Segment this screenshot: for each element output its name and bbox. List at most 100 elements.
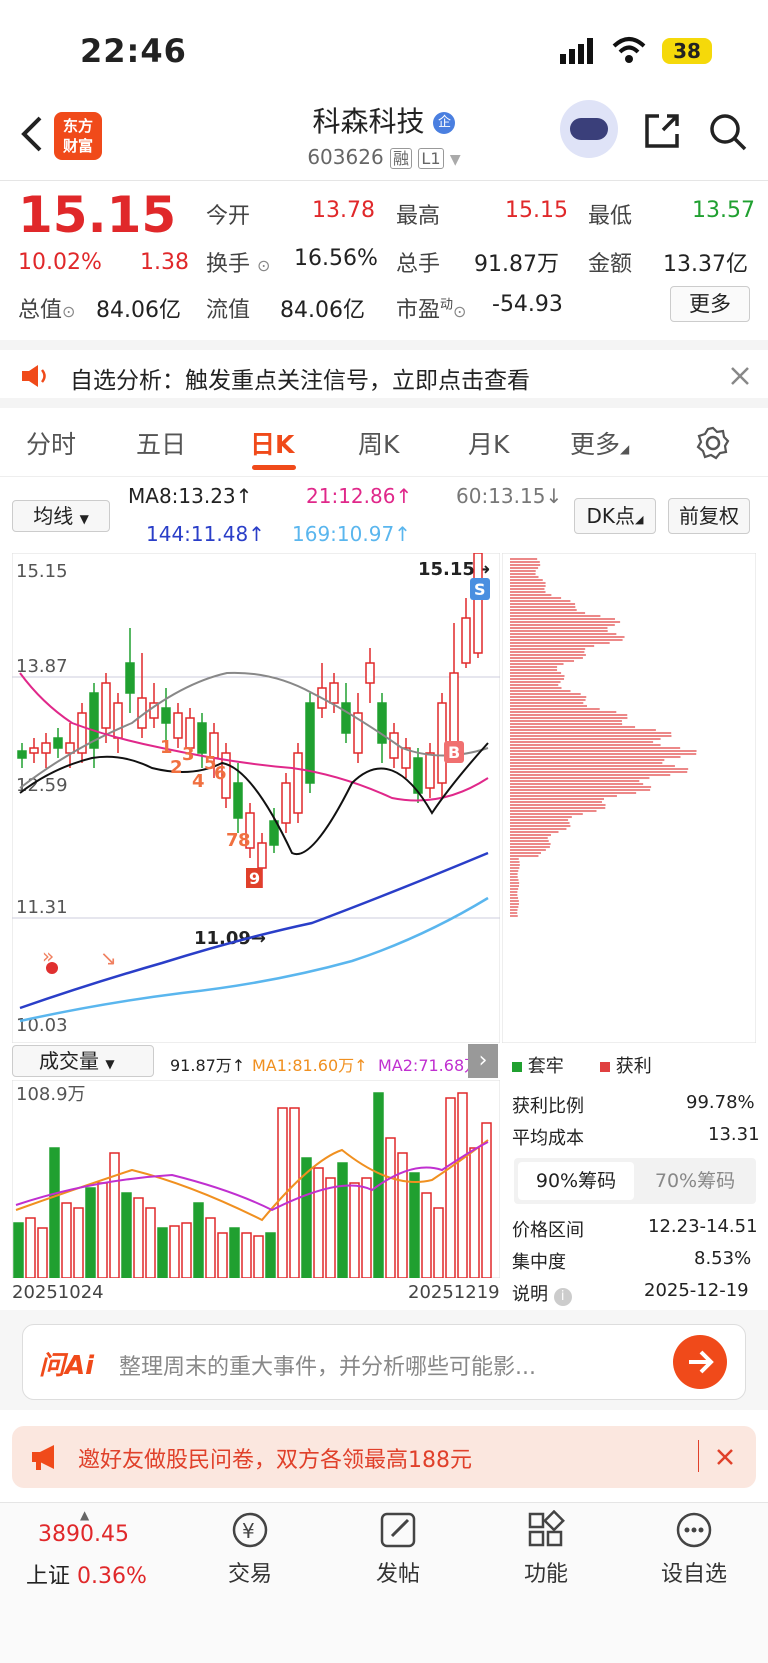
ma144-label: 144:11.48↑: [146, 522, 265, 546]
close-icon[interactable]: [730, 366, 750, 386]
volume-bar: [409, 1172, 420, 1278]
grid-apps-icon: [528, 1509, 565, 1547]
concentration-value: 8.53%: [694, 1248, 752, 1269]
volume-bar: [37, 1227, 48, 1278]
avg-cost-label: 平均成本: [512, 1128, 584, 1149]
svg-text:S: S: [474, 580, 486, 599]
kline-chart[interactable]: 15.15 13.87 11.31 10.03 12.59 15.15→ 11.…: [12, 553, 500, 1043]
info-dots-icon: ⊙: [257, 256, 271, 275]
volume-selector[interactable]: 成交量 ▼: [12, 1045, 154, 1077]
low-value: 13.57: [692, 198, 755, 223]
volume-bar: [325, 1177, 336, 1278]
tab-more[interactable]: 更多◢: [570, 425, 629, 461]
volume-bar: [109, 1152, 120, 1278]
volume-bar: [229, 1227, 240, 1278]
tab-intraday[interactable]: 分时: [26, 425, 76, 461]
settings-gear-icon[interactable]: [696, 426, 730, 460]
close-icon[interactable]: [716, 1448, 734, 1466]
status-bar: 22:46 38: [0, 0, 768, 95]
note-label[interactable]: 说明 i: [512, 1280, 572, 1306]
volume-bar: [25, 1217, 36, 1278]
volume-bar: [97, 1182, 108, 1278]
concentration-label: 集中度: [512, 1252, 566, 1273]
chip-tab-70[interactable]: 70%筹码: [638, 1162, 752, 1200]
volume-bar: [157, 1227, 168, 1278]
candle-body: [341, 702, 351, 734]
tab-monthly-k[interactable]: 月K: [468, 425, 509, 461]
nav-post[interactable]: 发帖: [338, 1510, 458, 1588]
legend-profit: 获利: [600, 1052, 652, 1078]
index-row[interactable]: 上证 0.36%: [26, 1558, 147, 1590]
volume-bar: [85, 1187, 96, 1278]
current-price: 15.15: [18, 186, 177, 244]
volume-ma1-label: MA1:81.60万↑: [252, 1056, 368, 1075]
candle-body: [473, 553, 483, 654]
legend-trap: 套牢: [512, 1052, 564, 1078]
chip-distribution-chart: [502, 553, 756, 1043]
tab-five-day[interactable]: 五日: [136, 425, 186, 461]
wifi-icon: [612, 37, 646, 63]
volume-bar: [61, 1202, 72, 1278]
volume-bar: [313, 1167, 324, 1278]
y-tick-label: 10.03: [16, 1015, 68, 1036]
signal-label: 2: [170, 757, 183, 778]
promo-banner[interactable]: 邀好友做股民问卷，双方各领最高188元: [12, 1426, 756, 1488]
chip-tab-90[interactable]: 90%筹码: [518, 1162, 634, 1200]
chip-date: 2025-12-19: [644, 1280, 749, 1301]
watchlist-alert-bar[interactable]: 自选分析：触发重点关注信号，立即点击查看: [0, 340, 768, 408]
volume-chart[interactable]: 108.9万: [12, 1080, 500, 1278]
price-range-label: 价格区间: [512, 1220, 584, 1241]
volume-bar: [421, 1192, 432, 1278]
up-caret-icon: ▲: [80, 1508, 90, 1522]
expand-chevron-icon[interactable]: ›: [468, 1044, 498, 1078]
volume-bar: [205, 1217, 216, 1278]
volume-bar: [289, 1107, 300, 1278]
candle-body: [53, 737, 63, 749]
signal-icon: [560, 38, 593, 64]
avg-cost-value: 13.31: [708, 1124, 760, 1145]
svg-text:B: B: [448, 743, 460, 762]
nav-functions[interactable]: 功能: [486, 1509, 606, 1588]
share-icon[interactable]: [643, 112, 681, 150]
ma-selector[interactable]: 均线 ▼: [12, 500, 110, 532]
price-range-value: 12.23-14.51: [648, 1216, 758, 1237]
index-value[interactable]: 3890.45: [38, 1522, 129, 1547]
tab-daily-k[interactable]: 日K: [250, 425, 294, 461]
adjust-price-button[interactable]: 前复权: [668, 498, 750, 534]
ask-ai-input[interactable]: 问Ai 整理周末的重大事件，并分析哪些可能影...: [22, 1324, 746, 1400]
change-amount: 1.38: [140, 250, 189, 275]
amount-value: 13.37亿: [663, 252, 748, 277]
more-dots-icon: [676, 1512, 712, 1548]
signal-label: 3: [182, 744, 195, 765]
ask-ai-placeholder: 整理周末的重大事件，并分析哪些可能影...: [119, 1355, 536, 1380]
submit-arrow-button[interactable]: [673, 1335, 727, 1389]
float-label: 流值: [206, 298, 251, 323]
y-tick-label: 15.15: [16, 561, 68, 582]
ma60-label: 60:13.15↓: [456, 484, 563, 508]
nav-add-watchlist[interactable]: 设自选: [634, 1510, 754, 1588]
tab-weekly-k[interactable]: 周K: [358, 425, 399, 461]
pe-value: -54.93: [492, 292, 563, 317]
volume-max-label: 108.9万: [16, 1084, 86, 1105]
volume-bar: [193, 1202, 204, 1278]
date-start: 20251024: [12, 1282, 104, 1303]
pe-label: 市盈动⊙: [396, 297, 467, 323]
ai-robot-avatar[interactable]: [560, 100, 618, 158]
volume-bar: [433, 1207, 444, 1278]
dk-point-button[interactable]: DK点◢: [574, 498, 656, 534]
ma21-label: 21:12.86↑: [306, 484, 413, 508]
turnover-label: 换手 ⊙: [206, 252, 271, 277]
trade-yuan-icon: ¥: [232, 1512, 268, 1548]
signal-label: 6: [214, 763, 227, 784]
candle-body: [365, 662, 375, 684]
candle-body: [197, 722, 207, 754]
search-icon[interactable]: [708, 112, 748, 152]
volume-bar: [181, 1222, 192, 1278]
active-tab-indicator: [252, 465, 296, 470]
nav-trade[interactable]: ¥ 交易: [190, 1510, 310, 1588]
edit-post-icon: [380, 1512, 416, 1548]
turnover-value: 16.56%: [294, 246, 378, 271]
candle-body: [293, 752, 303, 814]
more-button[interactable]: 更多: [670, 286, 750, 322]
ask-ai-brand: 问Ai: [39, 1351, 95, 1381]
